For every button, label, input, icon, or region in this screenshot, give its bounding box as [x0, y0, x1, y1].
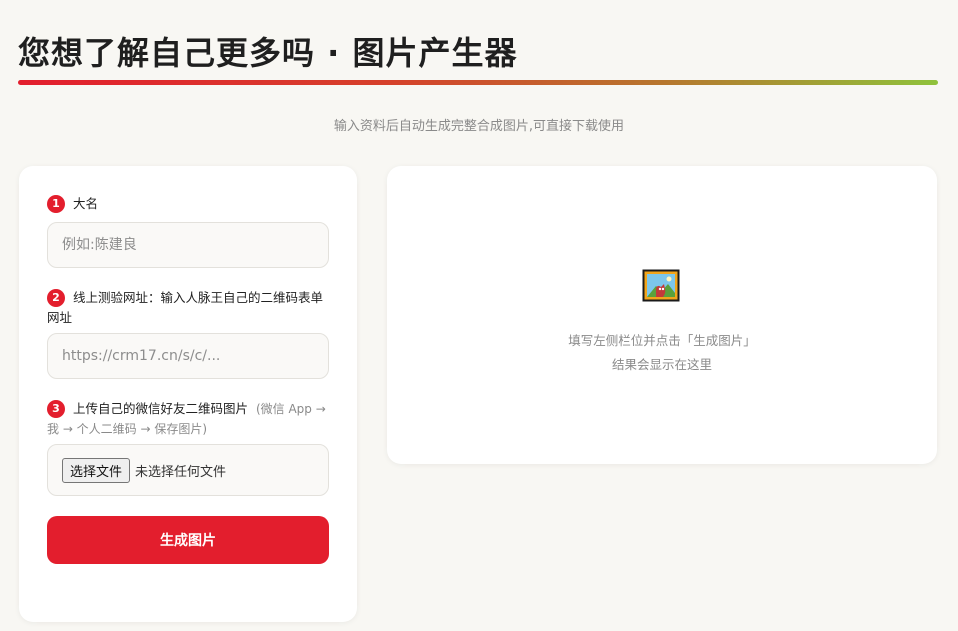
url-field-label: 2 线上测验网址：输入人脉王自己的二维码表单网址	[47, 288, 327, 328]
name-label-text: 大名	[73, 196, 99, 211]
choose-file-button[interactable]: 选择文件	[62, 457, 131, 483]
preview-hint-line1: 填写左侧栏位并点击「生成图片」	[568, 333, 756, 348]
form-card: 1 大名 2线上测验网址：输入人脉王自己的二维码表单网址 3 上传自己的微信好友二维…	[19, 166, 357, 622]
title-underline	[18, 80, 938, 85]
page-title: 您想了解自己更多吗 · 图片产生器	[18, 34, 518, 72]
generate-image-button[interactable]: 生成图片	[47, 516, 329, 564]
framed-picture-icon	[642, 269, 680, 302]
preview-hint-line2: 结果会显示在这里	[611, 357, 712, 372]
page-subtitle: 输入资料后自动生成完整合成图片,可直接下载使用	[333, 119, 625, 134]
name-field-label: 1 大名	[47, 194, 327, 214]
qr-upload-label: 3 上传自己的微信好友二维码图片 (微信 App → 我 → 个人二维码 → 保存…	[47, 399, 327, 439]
url-label-text: 线上测验网址：输入人脉王自己的二维码表单网址	[47, 290, 324, 325]
preview-card: 填写左侧栏位并点击「生成图片」 结果会显示在这里	[387, 166, 937, 464]
url-input[interactable]	[47, 333, 329, 379]
qr-file-picker[interactable]: 选择文件 未选择任何文件	[47, 444, 329, 496]
step-number-3: 3	[47, 400, 65, 418]
name-input[interactable]	[47, 222, 329, 268]
file-status: 未选择任何文件	[135, 464, 227, 480]
qr-upload-label-text: 上传自己的微信好友二维码图片	[73, 401, 249, 416]
step-number-2: 2	[47, 289, 65, 307]
step-number-1: 1	[47, 195, 65, 213]
